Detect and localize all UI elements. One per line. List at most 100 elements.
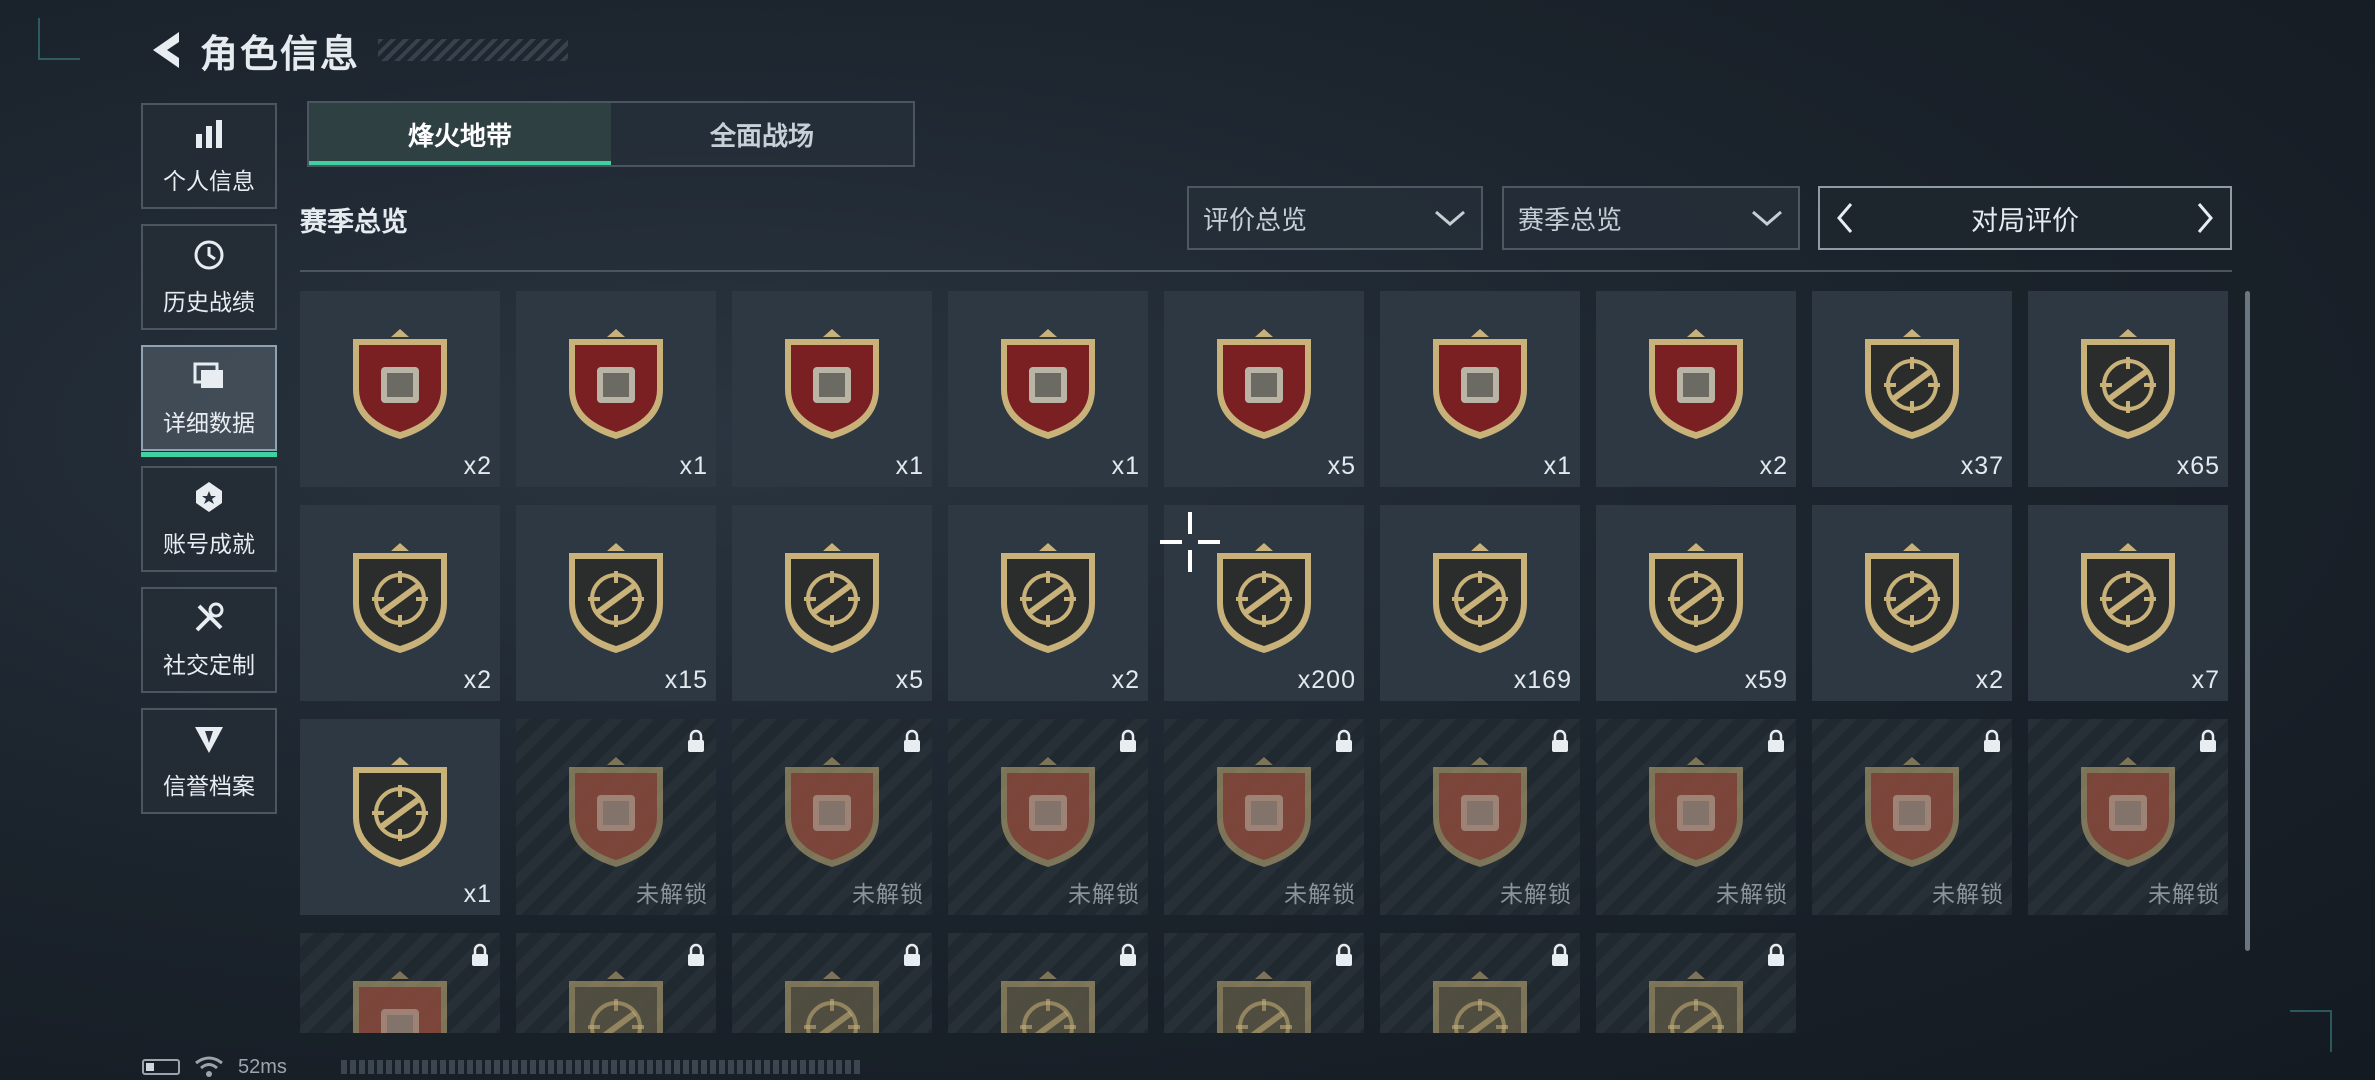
badge-cell[interactable] [516,933,716,1033]
lock-icon [1552,943,1568,966]
lock-icon [904,729,920,752]
badge-cell[interactable] [300,933,500,1033]
plate-icon [1001,757,1095,867]
badge-cell[interactable] [1164,933,1364,1033]
rating-dropdown[interactable]: 评价总览 [1187,186,1483,250]
rating-dropdown-value: 评价总览 [1203,204,1308,235]
lock-icon [1552,729,1568,752]
nav-item-credit[interactable]: 信誉档案 [141,708,277,814]
badge-cell[interactable]: 未解锁 [1380,719,1580,915]
badge-count: 未解锁 [1932,881,2004,907]
title-decoration [378,39,569,61]
tools-icon [195,602,224,632]
tab-full-battlefield[interactable]: 全面战场 [611,103,913,165]
egg-icon [1433,757,1527,867]
skull-creature-icon [353,971,447,1033]
badge-cell[interactable]: x2 [1596,291,1796,487]
badge-cell[interactable] [948,933,1148,1033]
badge-cell[interactable]: x59 [1596,505,1796,701]
badge-cell[interactable]: x5 [732,505,932,701]
badge-cell[interactable]: 未解锁 [516,719,716,915]
pager-prev-button[interactable] [1820,188,1870,248]
badge-cell[interactable]: x2 [1812,505,2012,701]
explosion-icon [1433,543,1527,653]
badge-count: 未解锁 [636,881,708,907]
badge-count: 未解锁 [1716,881,1788,907]
badge-cell[interactable]: x2 [300,505,500,701]
badge-count: x1 [679,452,708,480]
nav-item-social[interactable]: 社交定制 [141,587,277,693]
nav-item-achievements[interactable]: 账号成就 [141,466,277,572]
badge-cell[interactable]: x5 [1164,291,1364,487]
robot-icon [1433,329,1527,439]
lock-icon [472,943,488,966]
badge-cell[interactable]: 未解锁 [732,719,932,915]
nav-label: 详细数据 [163,410,255,436]
season-dropdown[interactable]: 赛季总览 [1502,186,1800,250]
pager-next-button[interactable] [2180,188,2230,248]
back-button[interactable] [140,25,190,75]
badge-cell[interactable]: x2 [948,505,1148,701]
lock-icon [2200,729,2216,752]
badge-count: x7 [2191,666,2220,694]
badge-count: x169 [1513,666,1572,694]
badge-cell[interactable] [1380,933,1580,1033]
badge-cell[interactable]: 未解锁 [1596,719,1796,915]
badge-cell[interactable]: x15 [516,505,716,701]
frame-corner-bottom-right [2290,1010,2332,1052]
chip-icon [1217,329,1311,439]
badge-count: x1 [1111,452,1140,480]
lock-icon [1768,943,1784,966]
badge-count: x2 [1111,666,1140,694]
badge-cell[interactable]: x1 [948,291,1148,487]
badge-count: x5 [1327,452,1356,480]
nav-item-detailed-data[interactable]: 详细数据 [141,345,277,457]
badge-count: 未解锁 [852,881,924,907]
lock-icon [1120,729,1136,752]
badge-count: x2 [1759,452,1788,480]
skull-icon [1649,971,1743,1033]
lock-icon [1336,729,1352,752]
smg-crosshair-icon [2081,329,2175,439]
badge-cell[interactable] [732,933,932,1033]
reactor-icon [1217,757,1311,867]
badge-cell[interactable]: x169 [1380,505,1580,701]
operator-icon [1433,971,1527,1033]
badge-cell[interactable] [1596,933,1796,1033]
tank-icon [569,329,663,439]
nav-label: 社交定制 [163,652,255,678]
uid-watermark [340,1060,861,1074]
section-title: 赛季总览 [300,207,408,237]
badge-cell[interactable]: 未解锁 [948,719,1148,915]
evaluation-pager: 对局评价 [1818,186,2232,250]
badge-cell[interactable]: x65 [2028,291,2228,487]
badge-count: 未解锁 [2148,881,2220,907]
lock-icon [904,943,920,966]
lock-icon [688,943,704,966]
badge-count: x5 [895,666,924,694]
badge-cell[interactable]: 未解锁 [1164,719,1364,915]
chevron-right-icon [2197,203,2213,233]
badge-cell[interactable]: x1 [732,291,932,487]
badge-cell[interactable]: x37 [1812,291,2012,487]
crosshair-cursor-icon [1160,512,1220,572]
grid-scrollbar[interactable] [2245,291,2250,951]
badge-cell[interactable]: 未解锁 [2028,719,2228,915]
badge-count: 未解锁 [1068,881,1140,907]
nav-label: 信誉档案 [163,773,255,799]
tab-warzone-extraction[interactable]: 烽火地带 [309,103,611,165]
nav-item-history[interactable]: 历史战绩 [141,224,277,330]
badge-cell[interactable]: x2 [300,291,500,487]
terminal-icon [785,757,879,867]
wreath-emblem-icon [1649,543,1743,653]
nav-item-personal-info[interactable]: 个人信息 [141,103,277,209]
badge-cell[interactable]: x1 [516,291,716,487]
badge-cell[interactable]: 未解锁 [1812,719,2012,915]
badge-cell[interactable]: x1 [1380,291,1580,487]
shotgun-crosshair-icon [785,543,879,653]
badge-count: x200 [1297,666,1356,694]
sniper-crosshair-icon [353,543,447,653]
badge-cell[interactable]: x1 [300,719,500,915]
badge-count: x1 [1543,452,1572,480]
badge-cell[interactable]: x7 [2028,505,2228,701]
